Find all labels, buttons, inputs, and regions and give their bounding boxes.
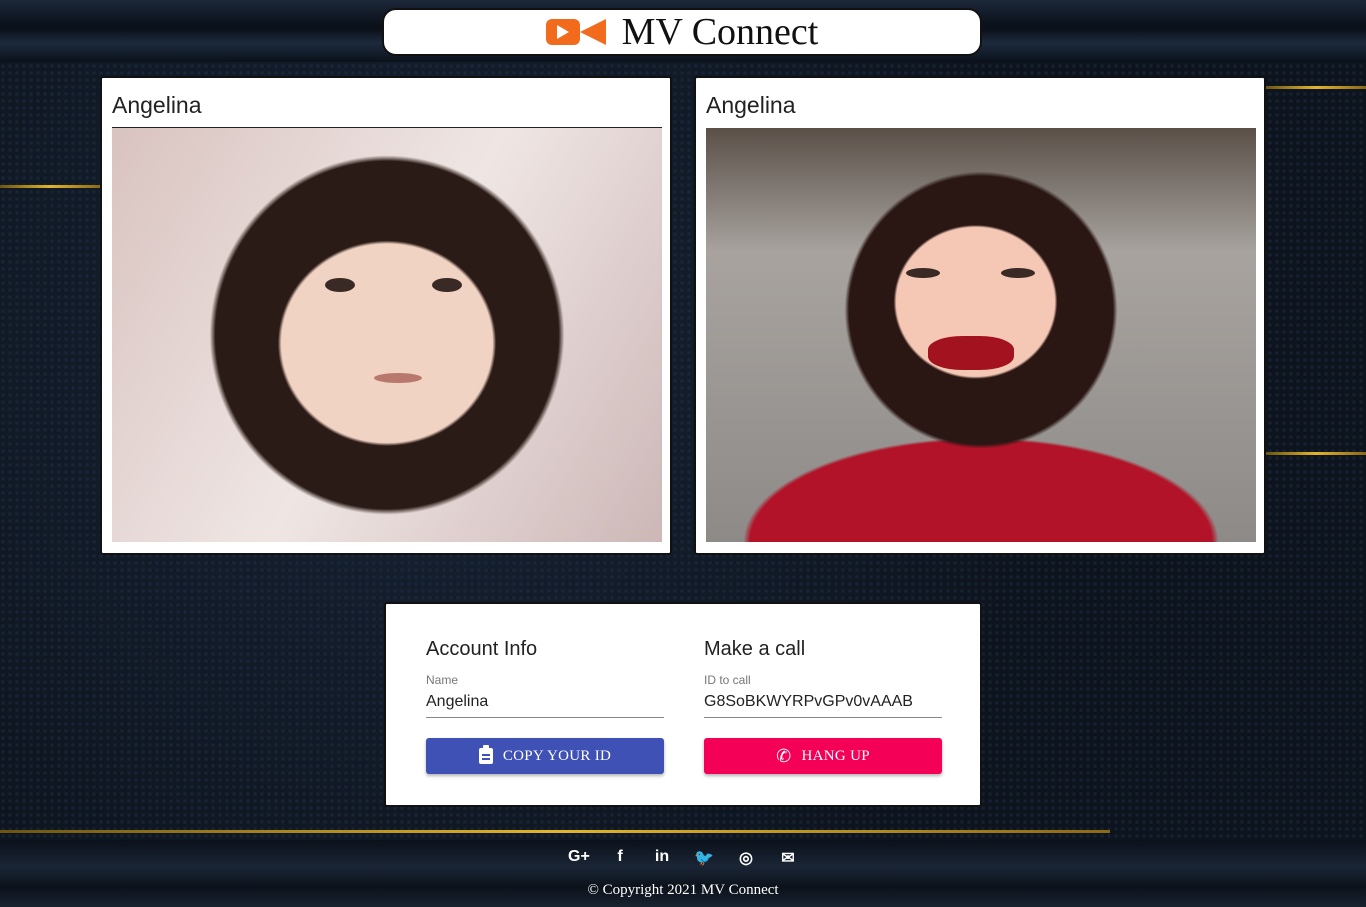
gold-accent-line xyxy=(1266,86,1366,89)
hang-up-button[interactable]: ✆ HANG UP xyxy=(704,738,942,774)
google-plus-icon[interactable]: G+ xyxy=(568,848,590,868)
email-icon[interactable]: ✉ xyxy=(778,848,798,868)
my-video-name: Angelina xyxy=(112,92,202,118)
social-links: G+ f in 🐦 ◎ ✉ xyxy=(0,848,1366,868)
remote-video-name: Angelina xyxy=(706,92,796,118)
gold-accent-line xyxy=(0,185,100,188)
copyright: © Copyright 2021 MV Connect xyxy=(587,882,779,898)
my-video-stream xyxy=(112,128,662,542)
copy-id-label: COPY YOUR ID xyxy=(502,747,612,764)
app-header: MV Connect xyxy=(382,8,982,56)
gold-accent-line xyxy=(1266,452,1366,455)
twitter-icon[interactable]: 🐦 xyxy=(694,848,714,868)
account-info-title: Account Info xyxy=(426,638,538,660)
clipboard-icon xyxy=(478,745,493,764)
instagram-icon[interactable]: ◎ xyxy=(736,848,756,868)
gold-accent-line xyxy=(0,830,1110,833)
call-panel: Account Info Name Angelina COPY YOUR ID … xyxy=(384,602,982,807)
phone-disabled-icon: ✆ xyxy=(776,745,792,766)
hang-up-label: HANG UP xyxy=(801,747,870,764)
linkedin-icon[interactable]: in xyxy=(652,848,672,868)
make-call-section: Make a call ID to call G8SoBKWYRPvGPv0vA… xyxy=(704,638,942,774)
facebook-icon[interactable]: f xyxy=(610,848,630,868)
remote-video-card: Angelina xyxy=(694,76,1266,555)
remote-video-stream xyxy=(706,128,1256,542)
account-info-section: Account Info Name Angelina COPY YOUR ID xyxy=(426,638,664,774)
video-camera-icon xyxy=(545,17,606,47)
copy-id-button[interactable]: COPY YOUR ID xyxy=(426,738,664,774)
name-field[interactable]: Angelina xyxy=(426,693,664,718)
id-to-call-field[interactable]: G8SoBKWYRPvGPv0vAAAB xyxy=(704,693,942,718)
name-label: Name xyxy=(426,673,459,687)
id-to-call-label: ID to call xyxy=(704,673,751,687)
app-title: MV Connect xyxy=(621,11,819,53)
my-video-card: Angelina xyxy=(100,76,672,555)
make-call-title: Make a call xyxy=(704,638,806,660)
